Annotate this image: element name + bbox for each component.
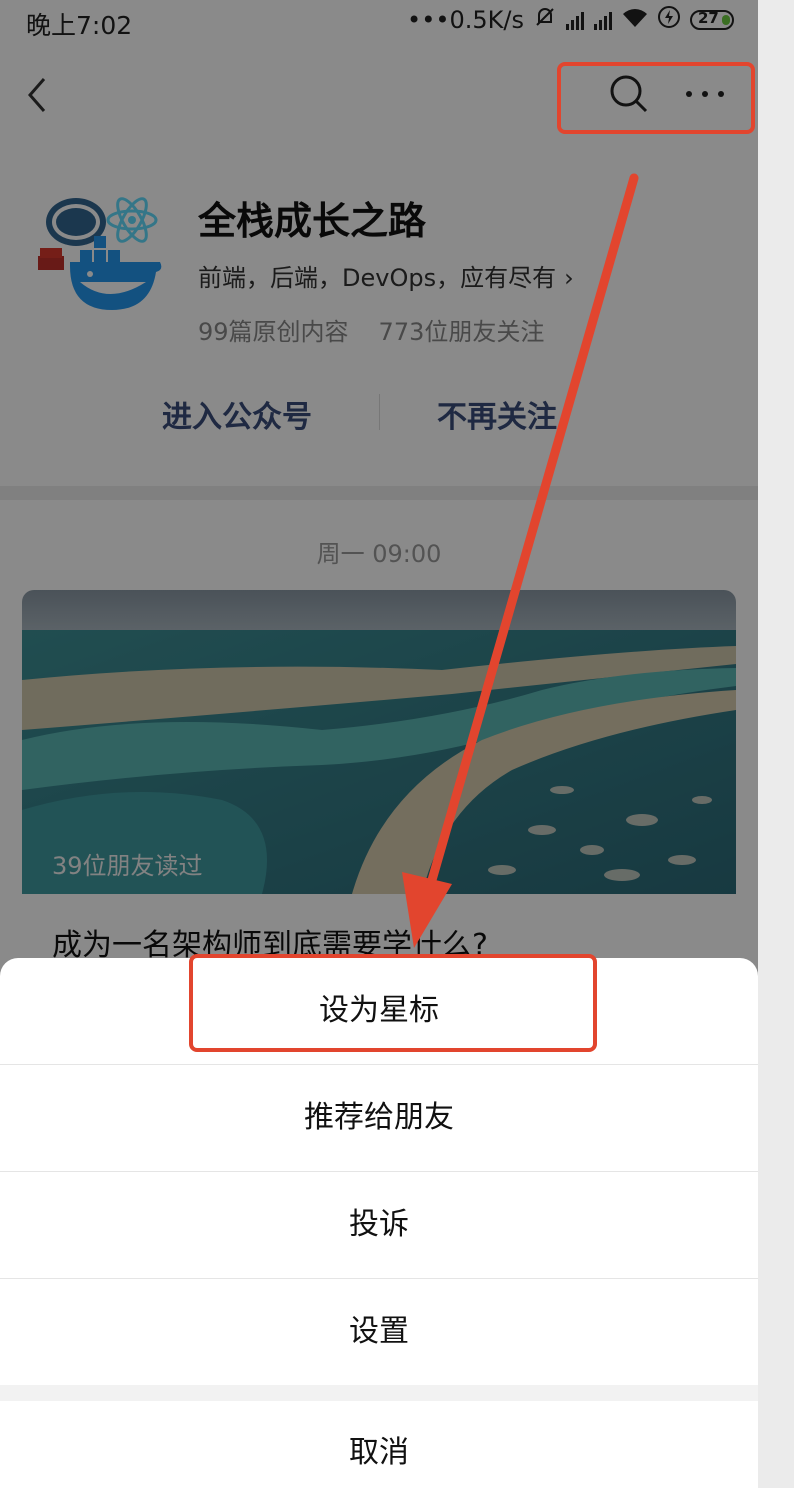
cancel-button[interactable]: 取消 [0,1401,758,1488]
sheet-item-recommend[interactable]: 推荐给朋友 [0,1065,758,1171]
screen-margin [758,0,794,1488]
sheet-item-settings[interactable]: 设置 [0,1279,758,1385]
sheet-separator-band [0,1385,758,1401]
annotation-highlight-star [189,954,597,1052]
sheet-item-report[interactable]: 投诉 [0,1172,758,1278]
annotation-highlight-top [557,62,755,134]
app-screen: 晚上7:02 •••0.5K/s 27 全栈成长之路 前端，后端，DevOps，… [0,0,758,1488]
